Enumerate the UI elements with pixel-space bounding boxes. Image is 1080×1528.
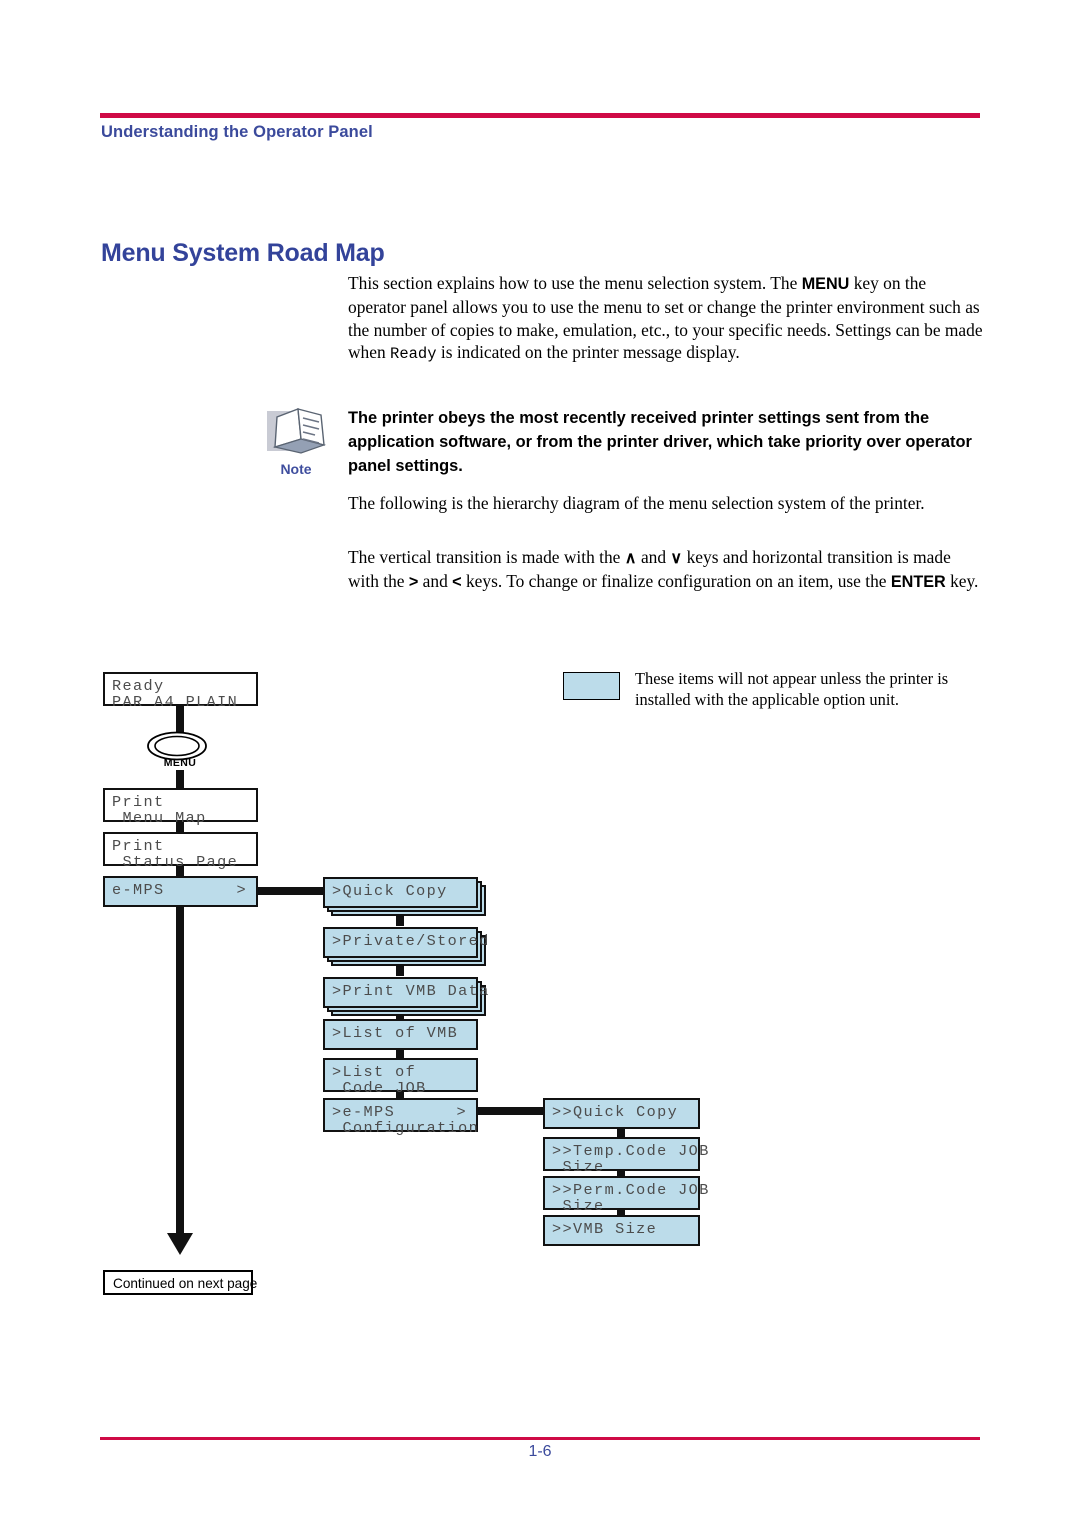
lcd-box-quick-copy: >Quick Copy (323, 877, 478, 908)
lcd-box-ready: Ready PAR A4 PLAIN (103, 672, 258, 710)
connector-emps-to-quick-copy (256, 887, 328, 895)
lcd-line1: >>VMB Size (552, 1220, 658, 1238)
lcd-line1: >>Quick Copy (552, 1103, 679, 1121)
connector-emps-to-continued (176, 905, 184, 1235)
lcd-box-list-of-vmb: >List of VMB (323, 1019, 478, 1050)
lcd-box-print-vmb-data: >Print VMB Data (323, 977, 488, 1008)
lcd-line1: >Quick Copy (332, 882, 448, 900)
lcd-line2: Configuration (332, 1119, 480, 1137)
footer-rule (100, 1437, 980, 1440)
connector-menu-to-print-menu-map (176, 770, 184, 790)
lcd-right-arrow-marker: > (236, 881, 247, 899)
lcd-line2: Code JOB (332, 1079, 427, 1097)
lcd-line1: >List of VMB (332, 1024, 459, 1042)
lcd-box-private-stored: >Private/Stored (323, 927, 488, 958)
lcd-line1: e-MPS (112, 881, 165, 899)
lcd-box-emps-configuration: >e-MPS Configuration > (323, 1098, 478, 1136)
lcd-line2: Size (552, 1197, 605, 1215)
continued-on-next-page-box: Continued on next page (103, 1270, 257, 1295)
lcd-line2: Status Page (112, 853, 239, 871)
arrow-down-continued (167, 1233, 193, 1255)
lcd-box-emps: e-MPS > (103, 876, 258, 907)
lcd-line2: Menu Map (112, 809, 207, 827)
page-number: 1-6 (528, 1443, 552, 1460)
lcd-box-print-status-page: Print Status Page (103, 832, 258, 870)
lcd-line2: PAR A4 PLAIN (112, 693, 239, 711)
lcd-box-vmb-size: >>VMB Size (543, 1215, 700, 1246)
menu-key-icon[interactable] (146, 730, 208, 767)
lcd-right-arrow-marker: > (456, 1103, 467, 1121)
lcd-box-print-menu-map: Print Menu Map (103, 788, 258, 826)
connector-emps-config-to-qq-quick-copy (476, 1107, 545, 1115)
lcd-box-temp-code-job-size: >>Temp.Code JOB Size (543, 1137, 708, 1175)
continued-label: Continued on next page (113, 1276, 258, 1291)
lcd-box-list-of-code-job: >List of Code JOB (323, 1058, 478, 1096)
lcd-line1: >Print VMB Data (332, 982, 490, 1000)
lcd-line1: >Private/Stored (332, 932, 490, 950)
lcd-box-perm-code-job-size: >>Perm.Code JOB Size (543, 1176, 708, 1214)
lcd-line2: Size (552, 1158, 605, 1176)
menu-system-road-map-diagram: Ready PAR A4 PLAIN MENU Print Menu Map P… (0, 0, 1080, 1528)
lcd-box-qq-quick-copy: >>Quick Copy (543, 1098, 700, 1129)
